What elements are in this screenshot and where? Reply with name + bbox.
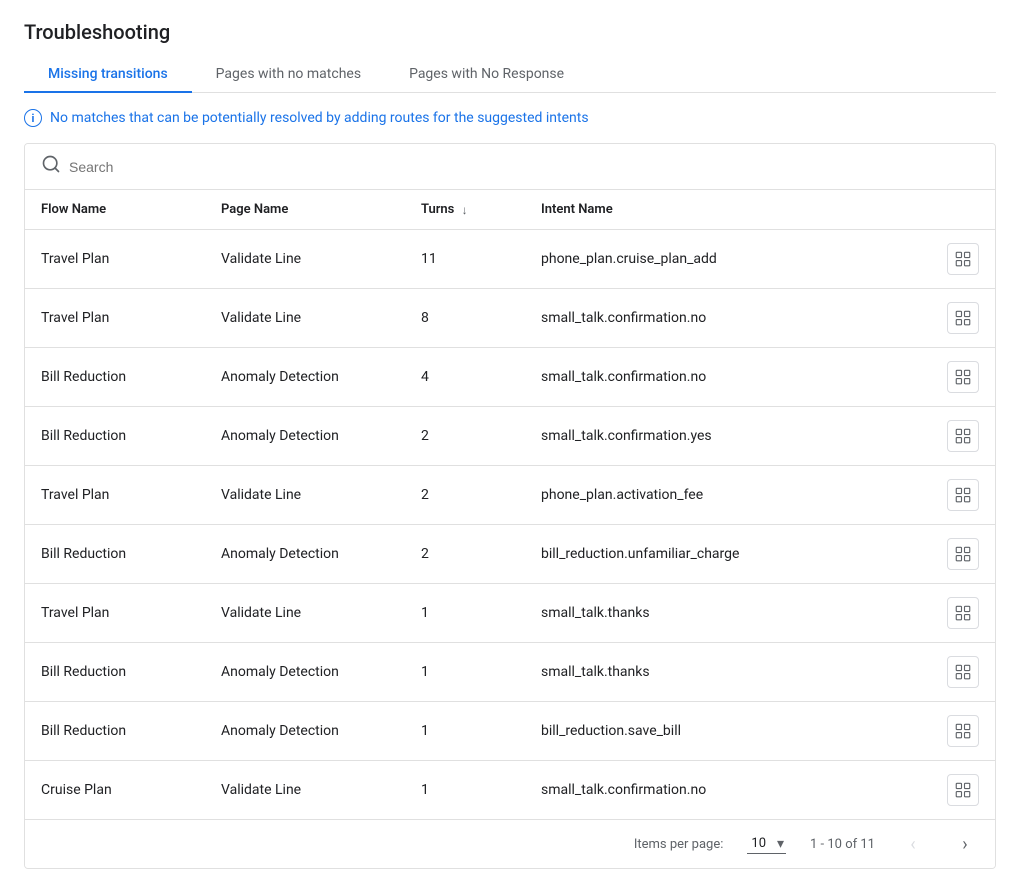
table-header-row: Flow Name Page Name Turns ↓ Intent Name xyxy=(25,190,995,230)
cell-flow-name: Bill Reduction xyxy=(25,643,205,702)
table-row: Travel Plan Validate Line 2 phone_plan.a… xyxy=(25,466,995,525)
info-icon: i xyxy=(24,109,42,127)
cell-page-name: Validate Line xyxy=(205,584,405,643)
data-table: Flow Name Page Name Turns ↓ Intent Name xyxy=(25,190,995,819)
row-action-icon[interactable] xyxy=(947,656,979,688)
cell-turns: 1 xyxy=(405,643,525,702)
table-footer: Items per page: 10 ▾ 1 - 10 of 11 ‹ › xyxy=(25,819,995,868)
row-action-icon[interactable] xyxy=(947,302,979,334)
cell-turns: 1 xyxy=(405,761,525,820)
row-action-icon[interactable] xyxy=(947,715,979,747)
table-row: Bill Reduction Anomaly Detection 2 bill_… xyxy=(25,525,995,584)
page-container: Troubleshooting Missing transitions Page… xyxy=(0,0,1020,869)
cell-page-name: Anomaly Detection xyxy=(205,702,405,761)
items-per-page-value: 10 xyxy=(751,836,766,851)
cell-turns: 8 xyxy=(405,289,525,348)
next-page-button[interactable]: › xyxy=(951,830,979,858)
row-action-icon[interactable] xyxy=(947,479,979,511)
cell-intent-name: bill_reduction.save_bill xyxy=(525,702,995,760)
search-icon xyxy=(41,154,61,179)
main-table-container: Flow Name Page Name Turns ↓ Intent Name xyxy=(24,143,996,869)
info-banner: i No matches that can be potentially res… xyxy=(24,109,996,127)
chevron-down-icon: ▾ xyxy=(777,836,784,852)
row-action-icon[interactable] xyxy=(947,597,979,629)
cell-page-name: Validate Line xyxy=(205,289,405,348)
cell-flow-name: Travel Plan xyxy=(25,289,205,348)
cell-flow-name: Bill Reduction xyxy=(25,525,205,584)
pagination-info: 1 - 10 of 11 xyxy=(810,837,875,852)
cell-flow-name: Travel Plan xyxy=(25,584,205,643)
row-action-icon[interactable] xyxy=(947,420,979,452)
cell-intent-name: small_talk.thanks xyxy=(525,643,995,701)
cell-flow-name: Bill Reduction xyxy=(25,702,205,761)
cell-turns: 11 xyxy=(405,230,525,289)
cell-flow-name: Travel Plan xyxy=(25,466,205,525)
row-action-icon[interactable] xyxy=(947,538,979,570)
search-input[interactable] xyxy=(69,159,979,175)
cell-page-name: Validate Line xyxy=(205,761,405,820)
sort-icon: ↓ xyxy=(462,203,468,217)
cell-turns: 2 xyxy=(405,466,525,525)
cell-flow-name: Travel Plan xyxy=(25,230,205,289)
page-title: Troubleshooting xyxy=(24,20,996,44)
col-flow-name: Flow Name xyxy=(25,190,205,230)
cell-flow-name: Bill Reduction xyxy=(25,407,205,466)
info-text: No matches that can be potentially resol… xyxy=(50,110,589,126)
table-row: Travel Plan Validate Line 8 small_talk.c… xyxy=(25,289,995,348)
tab-missing-transitions[interactable]: Missing transitions xyxy=(24,56,192,92)
cell-turns: 4 xyxy=(405,348,525,407)
cell-intent-name: phone_plan.activation_fee xyxy=(525,466,995,524)
cell-page-name: Anomaly Detection xyxy=(205,348,405,407)
cell-page-name: Validate Line xyxy=(205,230,405,289)
tabs-container: Missing transitions Pages with no matche… xyxy=(24,56,996,93)
search-bar xyxy=(25,144,995,190)
cell-turns: 1 xyxy=(405,584,525,643)
prev-page-button[interactable]: ‹ xyxy=(899,830,927,858)
cell-page-name: Anomaly Detection xyxy=(205,407,405,466)
cell-intent-name: small_talk.confirmation.no xyxy=(525,289,995,347)
table-row: Bill Reduction Anomaly Detection 2 small… xyxy=(25,407,995,466)
table-row: Travel Plan Validate Line 1 small_talk.t… xyxy=(25,584,995,643)
table-row: Bill Reduction Anomaly Detection 1 small… xyxy=(25,643,995,702)
cell-page-name: Validate Line xyxy=(205,466,405,525)
table-row: Bill Reduction Anomaly Detection 1 bill_… xyxy=(25,702,995,761)
items-per-page-label: Items per page: xyxy=(634,837,724,852)
tab-pages-no-response[interactable]: Pages with No Response xyxy=(385,56,588,92)
col-intent-name: Intent Name xyxy=(525,190,995,230)
tab-pages-no-matches[interactable]: Pages with no matches xyxy=(192,56,385,92)
table-body: Travel Plan Validate Line 11 phone_plan.… xyxy=(25,230,995,820)
table-row: Cruise Plan Validate Line 1 small_talk.c… xyxy=(25,761,995,820)
cell-intent-name: bill_reduction.unfamiliar_charge xyxy=(525,525,995,583)
col-page-name: Page Name xyxy=(205,190,405,230)
cell-turns: 2 xyxy=(405,525,525,584)
cell-turns: 2 xyxy=(405,407,525,466)
cell-page-name: Anomaly Detection xyxy=(205,525,405,584)
cell-intent-name: small_talk.confirmation.no xyxy=(525,348,995,406)
row-action-icon[interactable] xyxy=(947,361,979,393)
items-per-page-select[interactable]: 10 ▾ xyxy=(747,834,786,854)
table-row: Travel Plan Validate Line 11 phone_plan.… xyxy=(25,230,995,289)
cell-flow-name: Bill Reduction xyxy=(25,348,205,407)
cell-intent-name: small_talk.confirmation.yes xyxy=(525,407,995,465)
cell-flow-name: Cruise Plan xyxy=(25,761,205,820)
cell-intent-name: phone_plan.cruise_plan_add xyxy=(525,230,995,288)
row-action-icon[interactable] xyxy=(947,243,979,275)
cell-page-name: Anomaly Detection xyxy=(205,643,405,702)
table-row: Bill Reduction Anomaly Detection 4 small… xyxy=(25,348,995,407)
cell-intent-name: small_talk.thanks xyxy=(525,584,995,642)
cell-intent-name: small_talk.confirmation.no xyxy=(525,761,995,819)
cell-turns: 1 xyxy=(405,702,525,761)
row-action-icon[interactable] xyxy=(947,774,979,806)
col-turns[interactable]: Turns ↓ xyxy=(405,190,525,230)
